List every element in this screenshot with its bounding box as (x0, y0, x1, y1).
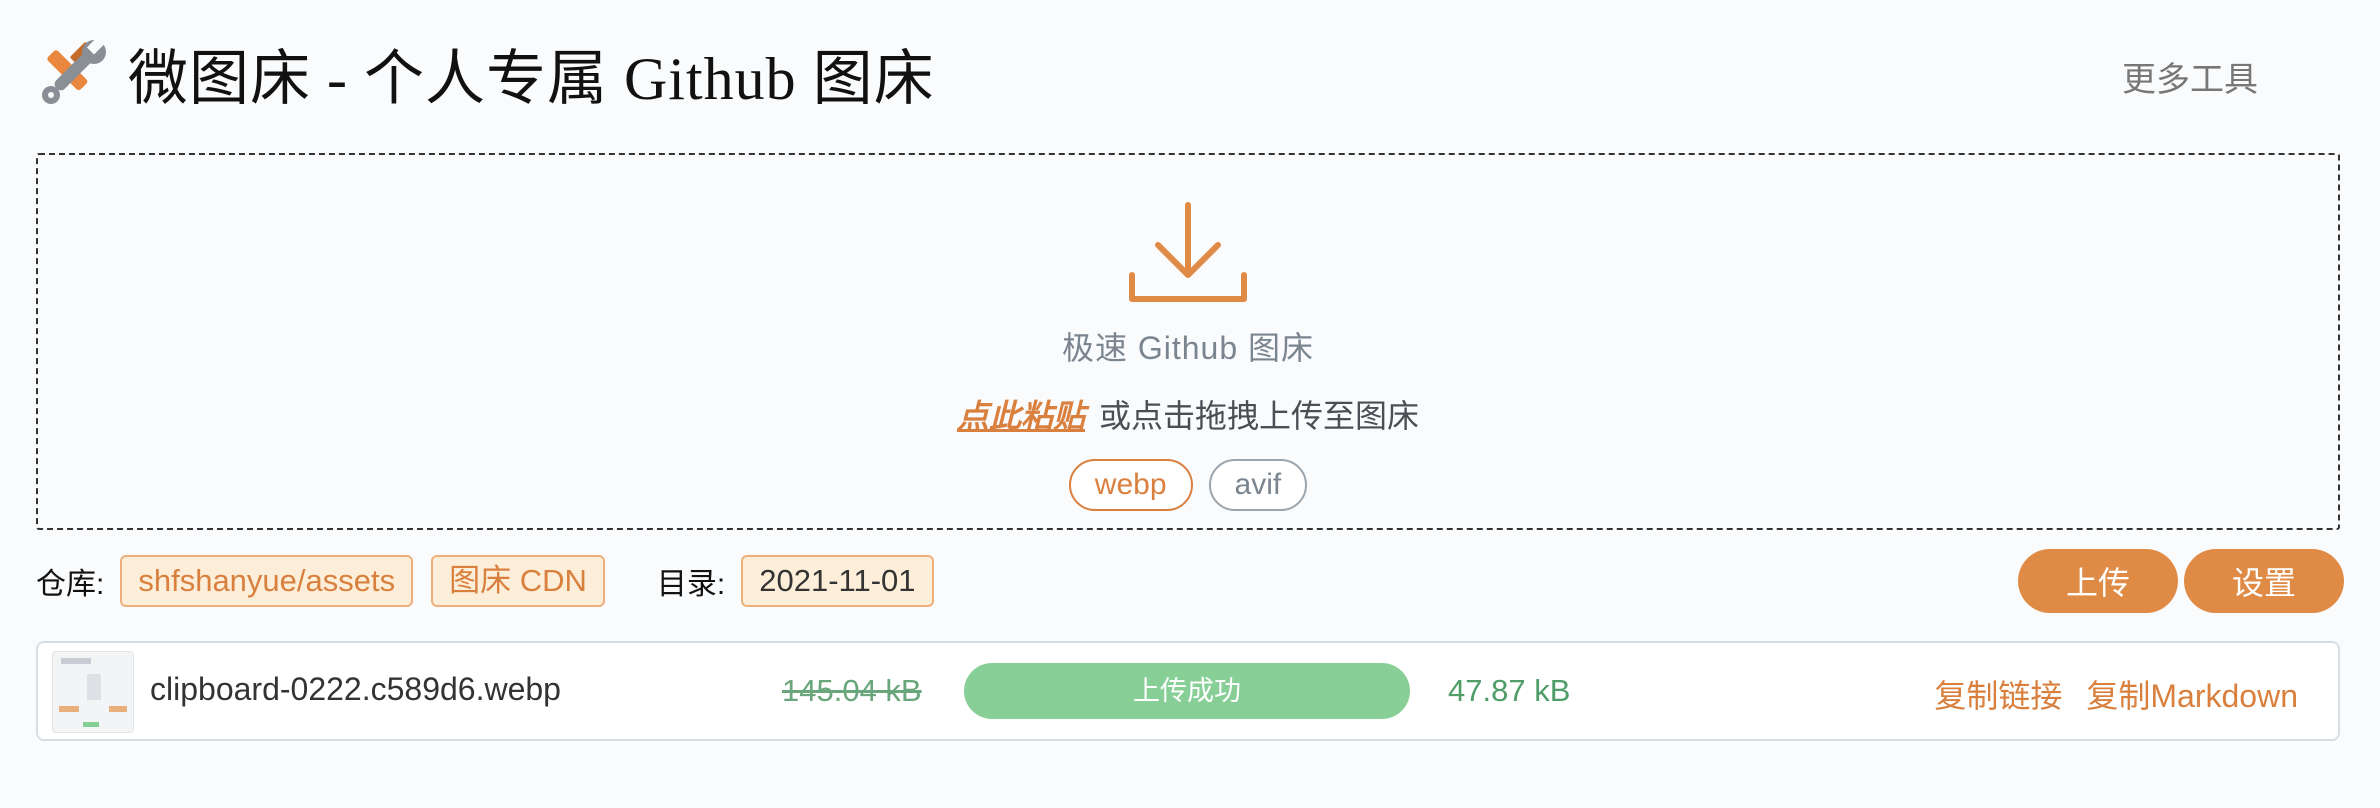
dir-label: 目录: (656, 568, 726, 601)
format-selector: webp avif (1068, 459, 1308, 511)
page-header: 微图床 - 个人专属 Github 图床 更多工具 (36, 28, 2344, 118)
file-list-item: clipboard-0222.c589d6.webp 145.04 kB 上传成… (36, 641, 2340, 741)
dropzone-hint-text: 或点击拖拽上传至图床 (1099, 398, 1420, 434)
upload-progress-bar: 上传成功 (964, 663, 1410, 719)
format-avif-button[interactable]: avif (1208, 459, 1308, 511)
settings-button[interactable]: 设置 (2184, 549, 2344, 613)
config-row: 仓库: shfshanyue/assets 图床 CDN 目录: 2021-11… (36, 549, 2344, 613)
paste-link[interactable]: 点此粘贴 (957, 398, 1085, 434)
cdn-tag[interactable]: 图床 CDN (431, 555, 605, 607)
original-size: 145.04 kB (782, 673, 922, 708)
dropzone-hint: 点此粘贴 或点击拖拽上传至图床 (957, 391, 1419, 437)
copy-link-button[interactable]: 复制链接 (1934, 671, 2062, 717)
dropzone-title: 极速 Github 图床 (1061, 330, 1315, 366)
page-title: 微图床 - 个人专属 Github 图床 (128, 45, 935, 112)
copy-markdown-button[interactable]: 复制Markdown (2086, 671, 2298, 717)
file-thumbnail (52, 651, 134, 733)
upload-dropzone[interactable]: 极速 Github 图床 点此粘贴 或点击拖拽上传至图床 webp avif (36, 153, 2340, 530)
download-icon (1129, 202, 1247, 302)
file-name: clipboard-0222.c589d6.webp (150, 671, 561, 707)
repo-tag[interactable]: shfshanyue/assets (120, 555, 414, 607)
dir-tag[interactable]: 2021-11-01 (741, 555, 934, 607)
format-webp-button[interactable]: webp (1068, 459, 1193, 511)
action-buttons: 上传 设置 (2018, 549, 2344, 613)
upload-button[interactable]: 上传 (2018, 549, 2178, 613)
tools-icon (42, 37, 106, 104)
file-actions: 复制链接 复制Markdown (1934, 671, 2298, 717)
more-tools-link[interactable]: 更多工具 (2122, 52, 2258, 101)
repo-label: 仓库: (36, 568, 105, 601)
compressed-size: 47.87 kB (1448, 673, 1571, 708)
